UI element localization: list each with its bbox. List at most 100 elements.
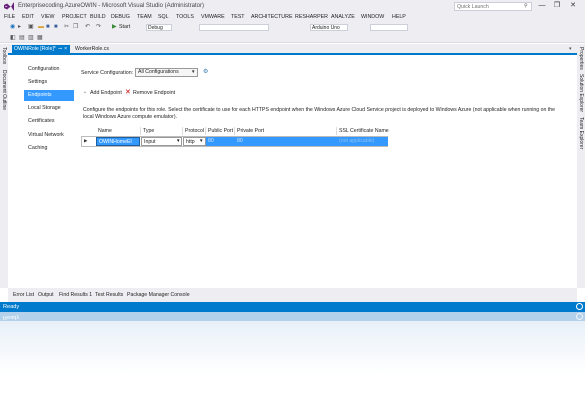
menu-architecture[interactable]: ARCHITECTURE [251,13,293,22]
window-title: Enterprisecoding.AzureOWIN - Microsoft V… [18,3,204,9]
menu-debug[interactable]: DEBUG [111,13,130,22]
nav-virtual-network[interactable]: Virtual Network [24,130,74,141]
start-button[interactable]: Start [119,22,130,32]
undo-icon[interactable]: ↶ [85,22,90,32]
nav-configuration[interactable]: Configuration [24,64,74,75]
column-ssl-certificate[interactable]: SSL Certificate Name [337,127,389,135]
desktop-reflection [0,312,585,416]
tab-close-icon[interactable]: × [64,45,67,53]
status-text-reflection: Ready [3,314,20,320]
menu-view[interactable]: VIEW [41,13,55,22]
menu-resharper[interactable]: RESHARPER [295,13,328,22]
endpoints-description: Configure the endpoints for this role. S… [83,107,556,120]
save-all-icon[interactable]: ■ [54,22,58,32]
add-endpoint-icon[interactable]: ▫ [84,90,86,96]
cell-ssl-certificate: (not applicable) [337,137,388,146]
tab-error-list[interactable]: Error List [13,292,34,299]
tab-workerrole[interactable]: WorkerRole.cs [72,45,120,53]
close-button[interactable]: ✕ [567,1,579,11]
cell-private-port[interactable]: 80 [235,137,337,146]
team-explorer-tab[interactable]: Team Explorer [578,117,584,149]
menu-edit[interactable]: EDIT [22,13,34,22]
cell-name[interactable]: OWINHomeEI [96,137,140,146]
minimize-button[interactable]: — [536,1,548,11]
bookmark-icon[interactable]: ▦ [37,33,43,43]
nav-certificates[interactable]: Certificates [24,116,74,127]
type-dropdown-icon[interactable]: ▼ [176,138,180,143]
tab-find-results[interactable]: Find Results 1 [59,292,92,299]
column-type[interactable]: Type [141,127,183,135]
menu-file[interactable]: FILE [4,13,15,22]
status-bar [0,302,585,312]
menu-build[interactable]: BUILD [90,13,106,22]
tab-test-results[interactable]: Test Results [95,292,123,299]
comment-icon[interactable]: ▥ [28,33,34,43]
menu-vmware[interactable]: VMWARE [201,13,225,22]
reflection-indicator-icon [576,313,583,320]
properties-tab[interactable]: Properties [578,47,584,70]
column-public-port[interactable]: Public Port [206,127,235,135]
search-icon[interactable]: ⚲ [524,3,528,9]
nav-local-storage[interactable]: Local Storage [24,103,74,114]
open-folder-icon[interactable]: ▬ [38,22,44,32]
configuration-dropdown[interactable]: Debug [146,24,172,31]
add-endpoint-button[interactable]: Add Endpoint [90,90,122,96]
column-name[interactable]: Name [96,127,141,135]
menu-test[interactable]: TEST [231,13,245,22]
right-tool-strip: Properties Solution Explorer Team Explor… [577,44,585,288]
start-icon[interactable]: ▶ [112,22,117,32]
copy-icon[interactable]: ❐ [73,22,78,32]
protocol-dropdown-icon[interactable]: ▼ [199,138,203,143]
restore-button[interactable]: ❐ [551,1,563,11]
service-configuration-label: Service Configuration: [81,70,134,76]
menu-sql[interactable]: SQL [158,13,169,22]
status-bar-reflection [0,312,585,321]
remove-endpoint-button[interactable]: Remove Endpoint [133,90,175,96]
menu-tools[interactable]: TOOLS [176,13,194,22]
solution-explorer-tab[interactable]: Solution Explorer [578,74,584,112]
nav-endpoints[interactable]: Endpoints [24,90,74,101]
cell-public-port[interactable]: 80 [206,137,235,146]
status-indicator-icon [576,303,583,310]
chevron-down-icon[interactable]: ▼ [191,69,195,74]
visual-studio-logo-icon [4,2,14,11]
menu-bar: FILE EDIT VIEW PROJECT BUILD DEBUG TEAM … [0,13,585,22]
tab-output[interactable]: Output [38,292,54,299]
back-icon[interactable]: ◉ [10,22,15,32]
tab-package-manager-console[interactable]: Package Manager Console [127,292,190,299]
status-text: Ready [3,304,20,310]
forward-icon[interactable]: ▸ [18,22,21,32]
save-icon[interactable]: ■ [46,22,50,32]
left-tool-strip: Toolbox Document Outline [0,44,8,288]
menu-team[interactable]: TEAM [137,13,152,22]
menu-analyze[interactable]: ANALYZE [331,13,355,22]
new-project-icon[interactable]: ▣ [28,22,34,32]
cut-icon[interactable]: ✂ [64,22,69,32]
manage-configurations-icon[interactable]: ⚙ [203,69,208,76]
attach-icon[interactable]: ◧ [10,33,16,43]
nav-caching[interactable]: Caching [24,143,74,154]
column-private-port[interactable]: Private Port [235,127,337,135]
tab-dropdown-icon[interactable]: ▾ [569,46,572,52]
format-icon[interactable]: ▤ [19,33,25,43]
toolbox-tab[interactable]: Toolbox [1,47,7,64]
column-protocol[interactable]: Protocol [183,127,206,135]
port-dropdown[interactable] [370,24,408,31]
endpoints-grid-header: Name Type Protocol Public Port Private P… [81,127,389,135]
platform-dropdown[interactable] [199,24,269,31]
red-x-icon[interactable]: ✕ [125,89,131,96]
pin-icon[interactable]: ⊸ [58,45,62,53]
menu-help[interactable]: HELP [392,13,406,22]
document-outline-tab[interactable]: Document Outline [1,70,7,110]
redo-icon[interactable]: ↷ [96,22,101,32]
row-indicator-icon: ▶ [84,138,88,143]
device-dropdown[interactable]: Arduino Uno [310,24,348,31]
standard-toolbar: ◉ ▸ ▣ ▬ ■ ■ ✂ ❐ ↶ ↷ ▶ Start Debug Arduin… [0,22,585,33]
menu-project[interactable]: PROJECT [62,13,87,22]
quick-launch-input[interactable]: Quick Launch [454,2,532,11]
service-configuration-dropdown[interactable]: All Configurations [135,68,198,77]
nav-settings[interactable]: Settings [24,77,74,88]
secondary-toolbar: ◧ ▤ ▥ ▦ [0,33,585,43]
menu-window[interactable]: WINDOW [361,13,384,22]
bottom-tool-tabs [8,288,577,302]
